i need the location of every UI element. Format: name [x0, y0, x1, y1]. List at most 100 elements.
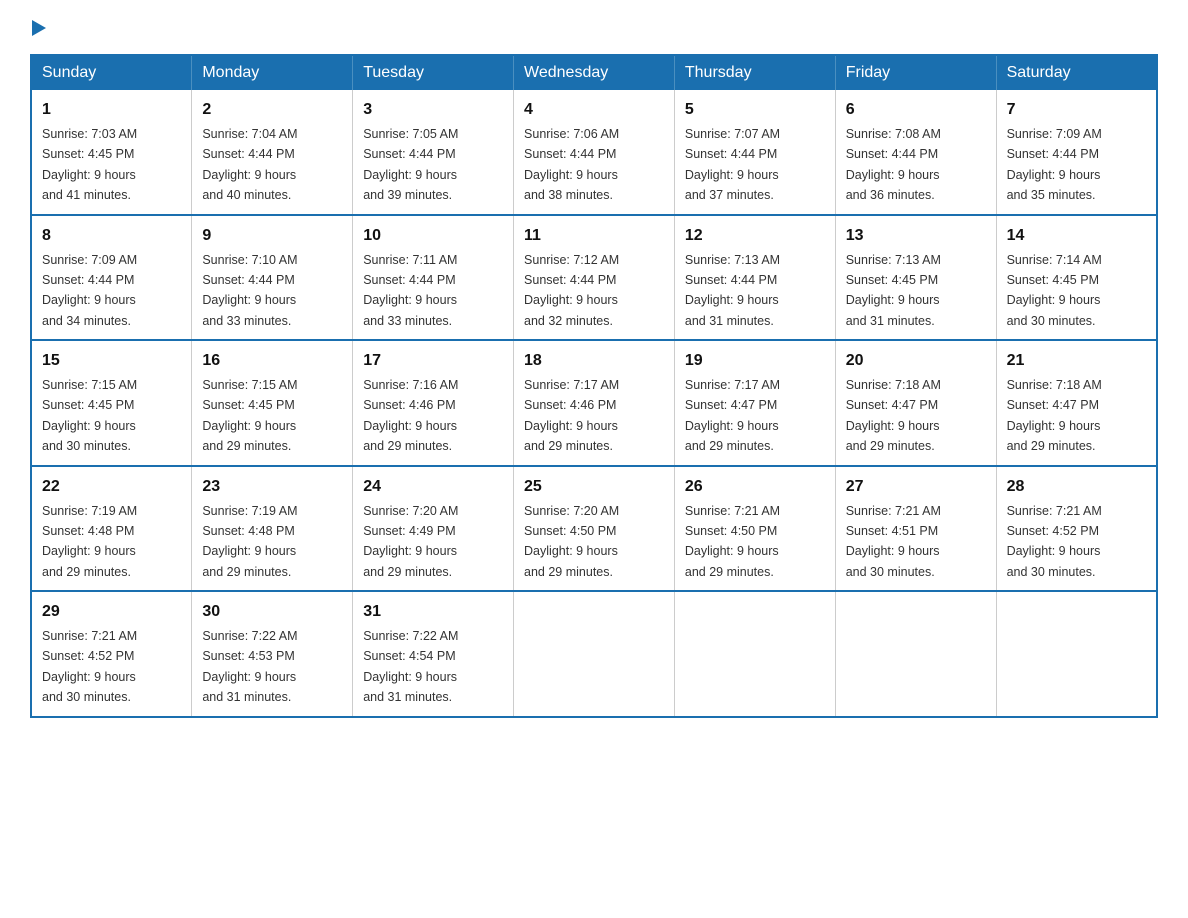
day-info: Sunrise: 7:13 AMSunset: 4:45 PMDaylight:…: [846, 253, 941, 328]
calendar-day-cell: 16 Sunrise: 7:15 AMSunset: 4:45 PMDaylig…: [192, 340, 353, 466]
calendar-day-cell: 19 Sunrise: 7:17 AMSunset: 4:47 PMDaylig…: [674, 340, 835, 466]
day-info: Sunrise: 7:12 AMSunset: 4:44 PMDaylight:…: [524, 253, 619, 328]
day-info: Sunrise: 7:21 AMSunset: 4:52 PMDaylight:…: [1007, 504, 1102, 579]
calendar-day-cell: 27 Sunrise: 7:21 AMSunset: 4:51 PMDaylig…: [835, 466, 996, 592]
day-number: 14: [1007, 224, 1146, 248]
calendar-table: SundayMondayTuesdayWednesdayThursdayFrid…: [30, 54, 1158, 718]
weekday-header-monday: Monday: [192, 55, 353, 90]
calendar-day-cell: 29 Sunrise: 7:21 AMSunset: 4:52 PMDaylig…: [31, 591, 192, 717]
calendar-day-cell: [674, 591, 835, 717]
day-info: Sunrise: 7:19 AMSunset: 4:48 PMDaylight:…: [202, 504, 297, 579]
weekday-header-row: SundayMondayTuesdayWednesdayThursdayFrid…: [31, 55, 1157, 90]
calendar-day-cell: 14 Sunrise: 7:14 AMSunset: 4:45 PMDaylig…: [996, 215, 1157, 341]
calendar-day-cell: 18 Sunrise: 7:17 AMSunset: 4:46 PMDaylig…: [514, 340, 675, 466]
day-info: Sunrise: 7:20 AMSunset: 4:49 PMDaylight:…: [363, 504, 458, 579]
weekday-header-thursday: Thursday: [674, 55, 835, 90]
day-number: 25: [524, 475, 664, 499]
day-info: Sunrise: 7:21 AMSunset: 4:51 PMDaylight:…: [846, 504, 941, 579]
calendar-day-cell: 17 Sunrise: 7:16 AMSunset: 4:46 PMDaylig…: [353, 340, 514, 466]
day-number: 30: [202, 600, 342, 624]
calendar-day-cell: 1 Sunrise: 7:03 AMSunset: 4:45 PMDayligh…: [31, 90, 192, 215]
calendar-week-row: 22 Sunrise: 7:19 AMSunset: 4:48 PMDaylig…: [31, 466, 1157, 592]
calendar-day-cell: [514, 591, 675, 717]
day-info: Sunrise: 7:16 AMSunset: 4:46 PMDaylight:…: [363, 378, 458, 453]
day-number: 17: [363, 349, 503, 373]
day-number: 18: [524, 349, 664, 373]
day-number: 10: [363, 224, 503, 248]
day-info: Sunrise: 7:15 AMSunset: 4:45 PMDaylight:…: [42, 378, 137, 453]
logo-arrow-icon: [32, 20, 46, 36]
day-info: Sunrise: 7:07 AMSunset: 4:44 PMDaylight:…: [685, 127, 780, 202]
day-number: 22: [42, 475, 181, 499]
calendar-week-row: 8 Sunrise: 7:09 AMSunset: 4:44 PMDayligh…: [31, 215, 1157, 341]
day-number: 31: [363, 600, 503, 624]
day-number: 3: [363, 98, 503, 122]
calendar-day-cell: 11 Sunrise: 7:12 AMSunset: 4:44 PMDaylig…: [514, 215, 675, 341]
day-number: 28: [1007, 475, 1146, 499]
calendar-week-row: 1 Sunrise: 7:03 AMSunset: 4:45 PMDayligh…: [31, 90, 1157, 215]
calendar-day-cell: [996, 591, 1157, 717]
day-info: Sunrise: 7:18 AMSunset: 4:47 PMDaylight:…: [1007, 378, 1102, 453]
calendar-day-cell: 31 Sunrise: 7:22 AMSunset: 4:54 PMDaylig…: [353, 591, 514, 717]
calendar-day-cell: 5 Sunrise: 7:07 AMSunset: 4:44 PMDayligh…: [674, 90, 835, 215]
weekday-header-saturday: Saturday: [996, 55, 1157, 90]
day-number: 13: [846, 224, 986, 248]
calendar-day-cell: 4 Sunrise: 7:06 AMSunset: 4:44 PMDayligh…: [514, 90, 675, 215]
day-info: Sunrise: 7:21 AMSunset: 4:50 PMDaylight:…: [685, 504, 780, 579]
day-info: Sunrise: 7:22 AMSunset: 4:54 PMDaylight:…: [363, 629, 458, 704]
calendar-week-row: 15 Sunrise: 7:15 AMSunset: 4:45 PMDaylig…: [31, 340, 1157, 466]
day-info: Sunrise: 7:08 AMSunset: 4:44 PMDaylight:…: [846, 127, 941, 202]
day-info: Sunrise: 7:09 AMSunset: 4:44 PMDaylight:…: [42, 253, 137, 328]
logo-top: [30, 20, 48, 36]
page-header: [30, 20, 1158, 36]
day-info: Sunrise: 7:13 AMSunset: 4:44 PMDaylight:…: [685, 253, 780, 328]
day-number: 8: [42, 224, 181, 248]
calendar-day-cell: 28 Sunrise: 7:21 AMSunset: 4:52 PMDaylig…: [996, 466, 1157, 592]
day-number: 4: [524, 98, 664, 122]
day-info: Sunrise: 7:17 AMSunset: 4:46 PMDaylight:…: [524, 378, 619, 453]
calendar-day-cell: 15 Sunrise: 7:15 AMSunset: 4:45 PMDaylig…: [31, 340, 192, 466]
weekday-header-tuesday: Tuesday: [353, 55, 514, 90]
day-number: 2: [202, 98, 342, 122]
calendar-day-cell: 8 Sunrise: 7:09 AMSunset: 4:44 PMDayligh…: [31, 215, 192, 341]
day-info: Sunrise: 7:11 AMSunset: 4:44 PMDaylight:…: [363, 253, 457, 328]
calendar-day-cell: 12 Sunrise: 7:13 AMSunset: 4:44 PMDaylig…: [674, 215, 835, 341]
day-number: 23: [202, 475, 342, 499]
calendar-day-cell: 20 Sunrise: 7:18 AMSunset: 4:47 PMDaylig…: [835, 340, 996, 466]
day-number: 29: [42, 600, 181, 624]
day-number: 16: [202, 349, 342, 373]
calendar-day-cell: 30 Sunrise: 7:22 AMSunset: 4:53 PMDaylig…: [192, 591, 353, 717]
weekday-header-friday: Friday: [835, 55, 996, 90]
day-number: 11: [524, 224, 664, 248]
day-number: 27: [846, 475, 986, 499]
day-number: 26: [685, 475, 825, 499]
calendar-day-cell: 10 Sunrise: 7:11 AMSunset: 4:44 PMDaylig…: [353, 215, 514, 341]
day-number: 6: [846, 98, 986, 122]
day-number: 20: [846, 349, 986, 373]
day-number: 15: [42, 349, 181, 373]
calendar-day-cell: 21 Sunrise: 7:18 AMSunset: 4:47 PMDaylig…: [996, 340, 1157, 466]
logo: [30, 20, 48, 36]
calendar-day-cell: 22 Sunrise: 7:19 AMSunset: 4:48 PMDaylig…: [31, 466, 192, 592]
day-info: Sunrise: 7:22 AMSunset: 4:53 PMDaylight:…: [202, 629, 297, 704]
day-info: Sunrise: 7:19 AMSunset: 4:48 PMDaylight:…: [42, 504, 137, 579]
day-number: 7: [1007, 98, 1146, 122]
calendar-week-row: 29 Sunrise: 7:21 AMSunset: 4:52 PMDaylig…: [31, 591, 1157, 717]
calendar-day-cell: [835, 591, 996, 717]
calendar-day-cell: 2 Sunrise: 7:04 AMSunset: 4:44 PMDayligh…: [192, 90, 353, 215]
day-info: Sunrise: 7:06 AMSunset: 4:44 PMDaylight:…: [524, 127, 619, 202]
day-info: Sunrise: 7:20 AMSunset: 4:50 PMDaylight:…: [524, 504, 619, 579]
calendar-day-cell: 3 Sunrise: 7:05 AMSunset: 4:44 PMDayligh…: [353, 90, 514, 215]
calendar-day-cell: 26 Sunrise: 7:21 AMSunset: 4:50 PMDaylig…: [674, 466, 835, 592]
day-info: Sunrise: 7:10 AMSunset: 4:44 PMDaylight:…: [202, 253, 297, 328]
day-number: 21: [1007, 349, 1146, 373]
calendar-day-cell: 13 Sunrise: 7:13 AMSunset: 4:45 PMDaylig…: [835, 215, 996, 341]
day-info: Sunrise: 7:21 AMSunset: 4:52 PMDaylight:…: [42, 629, 137, 704]
day-info: Sunrise: 7:18 AMSunset: 4:47 PMDaylight:…: [846, 378, 941, 453]
calendar-day-cell: 25 Sunrise: 7:20 AMSunset: 4:50 PMDaylig…: [514, 466, 675, 592]
day-number: 9: [202, 224, 342, 248]
day-info: Sunrise: 7:09 AMSunset: 4:44 PMDaylight:…: [1007, 127, 1102, 202]
day-info: Sunrise: 7:14 AMSunset: 4:45 PMDaylight:…: [1007, 253, 1102, 328]
day-number: 19: [685, 349, 825, 373]
day-number: 1: [42, 98, 181, 122]
